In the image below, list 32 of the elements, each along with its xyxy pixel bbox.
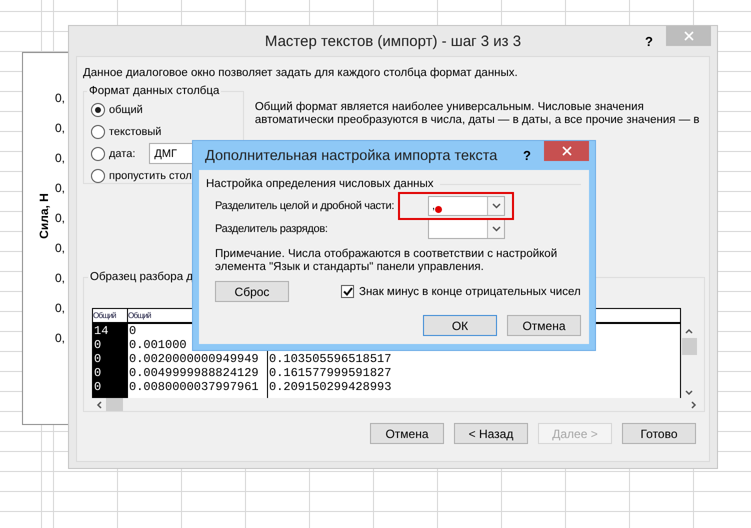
note-text: Примечание. Числа отображаются в соответствии с настройкой элемента "Язык и стандарты" панели управления. xyxy=(214,248,558,274)
table-cell: 0.001000 xyxy=(129,338,187,352)
table-cell: 0 xyxy=(94,338,102,352)
field-label: Разделитель разрядов: xyxy=(215,223,328,235)
tick-label: 0, xyxy=(55,151,66,165)
axis-title: Сила, Н xyxy=(37,192,51,238)
table-cell: 0 xyxy=(94,352,102,366)
tick-label: 0, xyxy=(55,271,66,285)
table-cell: 0.103505596518517 xyxy=(269,352,392,366)
tick-label: 0, xyxy=(55,211,66,225)
tick-label: 0, xyxy=(55,121,66,135)
table-cell: 0.0020000000949949 xyxy=(129,352,259,366)
tick-label: 0, xyxy=(55,241,66,255)
table-cell: 0 xyxy=(94,380,102,394)
table-cell: 0 xyxy=(129,324,136,338)
table-cell: 14 xyxy=(94,324,108,338)
group-title: Формат данных столбца xyxy=(88,85,220,97)
tick-label: 0, xyxy=(55,301,66,315)
table-cell: 0.161577999591827 xyxy=(269,366,392,380)
table-cell: 0.209150299428993 xyxy=(269,380,392,394)
table-cell: 0.0049999988824129 xyxy=(129,366,259,380)
group-title: Настройка определения числовых данных xyxy=(206,178,434,190)
window-title: Дополнительная настройка импорта текста xyxy=(205,148,498,164)
window-title: Мастер текстов (импорт) - шаг 3 из 3 xyxy=(264,32,522,50)
table-cell: 0.0080000037997961 xyxy=(129,380,259,394)
tick-label: 0, xyxy=(55,331,66,345)
table-cell: 0 xyxy=(94,366,102,380)
tick-label: 0, xyxy=(55,91,66,105)
field-label: Разделитель целой и дробной части: xyxy=(215,200,394,212)
format-description: Общий формат является наиболее универсальным. Числовые значения автоматически преобразуются в числа, даты — в даты, а все прочие значения — в xyxy=(254,101,701,127)
tick-label: 0, xyxy=(55,181,66,195)
intro-text: Данное диалоговое окно позволяет задать для каждого столбца формат данных. xyxy=(83,66,519,81)
